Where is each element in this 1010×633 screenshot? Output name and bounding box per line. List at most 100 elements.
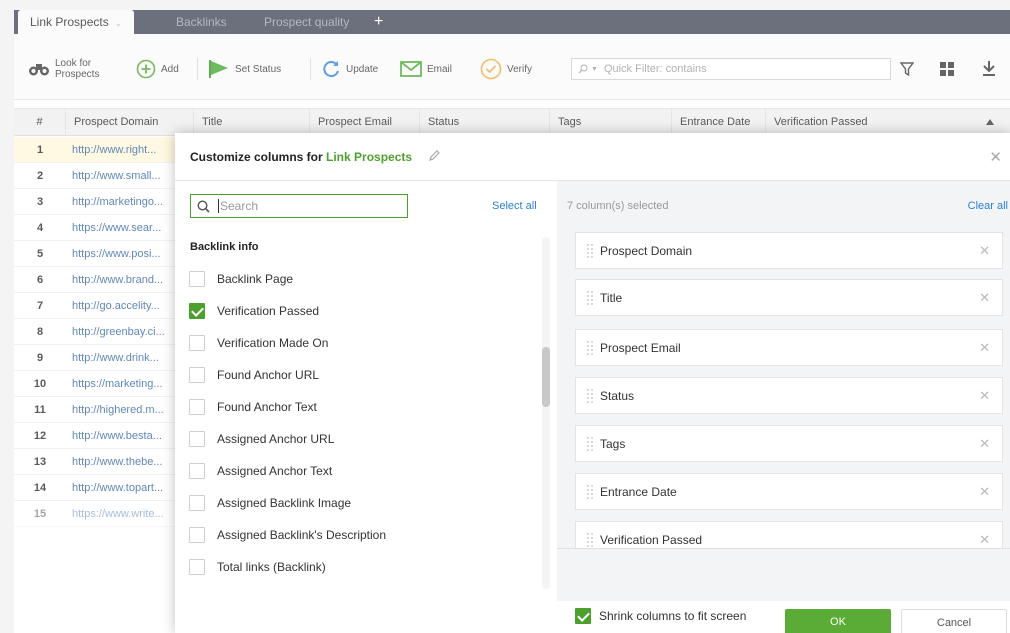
chip-label: Status (600, 388, 635, 403)
checkbox[interactable] (189, 559, 205, 575)
tab-backlinks[interactable]: Backlinks (164, 10, 239, 34)
add-tab-button[interactable]: + (374, 10, 383, 34)
sort-asc-icon[interactable] (986, 119, 994, 125)
header-prospect-domain[interactable]: Prospect Domain (66, 109, 194, 136)
row-domain[interactable]: http://www.topart... (72, 475, 182, 501)
column-option[interactable]: Assigned Anchor URL (189, 428, 334, 450)
column-option[interactable]: Found Anchor Text (189, 396, 317, 418)
chevron-down-icon[interactable]: ⌄ (115, 18, 123, 28)
checkbox[interactable] (189, 335, 205, 351)
selected-column-chip[interactable]: Prospect Domain ✕ (575, 232, 1003, 269)
quick-filter-input[interactable]: ▼ Quick Filter: contains (571, 58, 891, 80)
header-entrance-date[interactable]: Entrance Date (672, 109, 766, 136)
row-domain[interactable]: http://www.right... (72, 137, 182, 163)
drag-handle-icon[interactable] (586, 340, 594, 356)
checkbox-checked[interactable] (575, 608, 591, 624)
columns-grid-icon[interactable] (940, 62, 954, 76)
remove-icon[interactable]: ✕ (979, 290, 990, 306)
remove-icon[interactable]: ✕ (979, 243, 990, 259)
filter-icon[interactable] (900, 62, 914, 76)
scrollbar-track[interactable] (542, 237, 550, 589)
checkbox-checked[interactable] (189, 303, 205, 319)
look-for-prospects-button[interactable]: Look for Prospects (28, 56, 99, 82)
row-domain[interactable]: http://www.brand... (72, 267, 182, 293)
column-option[interactable]: Assigned Backlink Image (189, 492, 351, 514)
row-domain[interactable]: https://marketing... (72, 371, 182, 397)
row-domain[interactable]: http://highered.m... (72, 397, 182, 423)
shrink-label: Shrink columns to fit screen (599, 609, 747, 623)
column-option[interactable]: Verification Passed (189, 300, 319, 322)
remove-icon[interactable]: ✕ (979, 436, 990, 452)
drag-handle-icon[interactable] (586, 436, 594, 452)
checkbox[interactable] (189, 367, 205, 383)
row-domain[interactable]: http://www.thebe... (72, 449, 182, 475)
ok-button[interactable]: OK (785, 609, 891, 633)
scrollbar-thumb[interactable] (542, 347, 550, 407)
column-option[interactable]: Total links (Backlink) (189, 556, 326, 578)
drag-handle-icon[interactable] (586, 243, 594, 259)
table-header: # Prospect Domain Title Prospect Email S… (14, 108, 1010, 136)
header-verification-passed[interactable]: Verification Passed (766, 109, 990, 136)
row-domain[interactable]: http://www.drink... (72, 345, 182, 371)
row-domain[interactable]: https://www.posi... (72, 241, 182, 267)
option-label: Assigned Backlink's Description (217, 528, 387, 542)
add-button[interactable]: Add (136, 56, 179, 82)
drag-handle-icon[interactable] (586, 532, 594, 548)
row-domain[interactable]: http://marketingo... (72, 189, 182, 215)
selected-column-chip[interactable]: Tags ✕ (575, 425, 1003, 462)
chevron-down-icon[interactable]: ▼ (591, 66, 598, 73)
verify-button[interactable]: Verify (480, 56, 532, 82)
header-prospect-email[interactable]: Prospect Email (310, 109, 420, 136)
row-domain[interactable]: https://www.write... (72, 501, 182, 527)
selected-column-chip[interactable]: Entrance Date ✕ (575, 473, 1003, 510)
toolbar: Look for Prospects Add Set Status Update … (14, 34, 1010, 100)
checkbox[interactable] (189, 431, 205, 447)
remove-icon[interactable]: ✕ (979, 388, 990, 404)
column-option[interactable]: Verification Made On (189, 332, 328, 354)
checkbox[interactable] (189, 399, 205, 415)
selected-column-chip[interactable]: Prospect Email ✕ (575, 329, 1003, 366)
checkbox[interactable] (189, 271, 205, 287)
row-domain[interactable]: http://www.small... (72, 163, 182, 189)
tab-link-prospects[interactable]: Link Prospects ⌄ (18, 10, 135, 34)
checkbox[interactable] (189, 527, 205, 543)
header-title[interactable]: Title (194, 109, 310, 136)
column-option[interactable]: Assigned Anchor Text (189, 460, 332, 482)
header-status[interactable]: Status (420, 109, 550, 136)
selected-column-chip[interactable]: Status ✕ (575, 377, 1003, 414)
column-option[interactable]: Assigned Backlink's Description (189, 524, 386, 546)
remove-icon[interactable]: ✕ (979, 484, 990, 500)
selected-count: 7 column(s) selected (567, 200, 669, 212)
set-status-button[interactable]: Set Status (208, 56, 281, 82)
checkbox[interactable] (189, 495, 205, 511)
row-domain[interactable]: http://greenbay.ci... (72, 319, 182, 345)
update-button[interactable]: Update (321, 56, 378, 82)
close-icon[interactable]: ✕ (989, 148, 1002, 166)
clear-all-link[interactable]: Clear all (968, 200, 1008, 212)
drag-handle-icon[interactable] (586, 388, 594, 404)
row-domain[interactable]: http://www.besta... (72, 423, 182, 449)
quick-filter-placeholder: Quick Filter: contains (603, 63, 707, 75)
row-domain[interactable]: http://go.accelity... (72, 293, 182, 319)
download-icon[interactable] (982, 60, 996, 76)
drag-handle-icon[interactable] (586, 290, 594, 306)
look-for-label: Look for (55, 58, 92, 69)
selected-column-chip[interactable]: Verification Passed ✕ (575, 521, 1003, 549)
row-domain[interactable]: https://www.sear... (72, 215, 182, 241)
search-input[interactable]: Search (190, 194, 408, 218)
remove-icon[interactable]: ✕ (979, 340, 990, 356)
shrink-columns-option[interactable]: Shrink columns to fit screen (575, 608, 746, 624)
tab-prospect-quality[interactable]: Prospect quality (252, 10, 361, 34)
remove-icon[interactable]: ✕ (979, 532, 990, 548)
checkbox[interactable] (189, 463, 205, 479)
header-tags[interactable]: Tags (550, 109, 672, 136)
header-number[interactable]: # (14, 109, 66, 136)
select-all-link[interactable]: Select all (492, 200, 537, 212)
column-option[interactable]: Backlink Page (189, 268, 293, 290)
selected-column-chip[interactable]: Title ✕ (575, 279, 1003, 316)
drag-handle-icon[interactable] (586, 484, 594, 500)
column-option[interactable]: Found Anchor URL (189, 364, 319, 386)
pencil-icon[interactable] (429, 149, 441, 161)
email-button[interactable]: Email (400, 56, 452, 82)
cancel-button[interactable]: Cancel (901, 609, 1007, 633)
